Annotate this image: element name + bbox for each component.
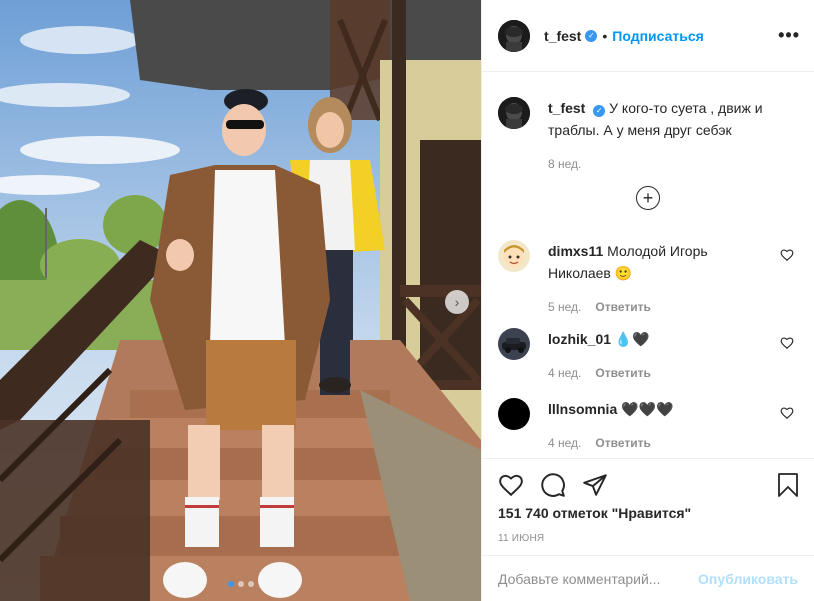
save-bookmark-icon[interactable] <box>776 472 800 498</box>
post-photo[interactable]: › <box>0 0 481 601</box>
comment-meta: 5 нед. Ответить <box>548 296 768 318</box>
follow-button[interactable]: Подписаться <box>612 28 704 44</box>
comment-time[interactable]: 4 нед. <box>548 432 581 454</box>
like-comment-heart-icon[interactable] <box>780 406 794 420</box>
post-header: t_fest ✓ • Подписаться ••• <box>482 0 814 72</box>
carousel-next-button[interactable]: › <box>445 290 469 314</box>
comment-time[interactable]: 4 нед. <box>548 362 581 384</box>
caption-body: t_fest ✓ У кого-то суета , движ и траблы… <box>548 97 798 175</box>
chevron-right-icon: › <box>454 294 460 310</box>
carousel-dot-3 <box>248 581 254 587</box>
comment-username[interactable]: dimxs11 <box>548 243 603 259</box>
reply-button[interactable]: Ответить <box>595 432 650 454</box>
like-heart-icon[interactable] <box>498 472 524 498</box>
comment-meta: 4 нед. Ответить <box>548 362 768 384</box>
comment-item: lllnsomnia 🖤🖤🖤 4 нед. Ответить <box>498 398 798 454</box>
avatar-image <box>498 97 530 129</box>
post-details-panel: t_fest ✓ • Подписаться ••• t_fest ✓ У ко… <box>481 0 814 601</box>
carousel-dot-2 <box>238 581 244 587</box>
author-username[interactable]: t_fest <box>544 28 581 44</box>
plus-icon: + <box>642 188 654 208</box>
comment-item: dimxs11 Молодой Игорь Николаев 🙂 5 нед. … <box>498 240 798 318</box>
comment-avatar[interactable] <box>498 328 530 360</box>
carousel-indicator <box>228 581 254 587</box>
comment-username[interactable]: lozhik_01 <box>548 331 611 347</box>
caption-username[interactable]: t_fest <box>548 100 585 116</box>
comment-bubble-icon[interactable] <box>540 472 566 498</box>
comment-text: 🖤🖤🖤 <box>621 401 674 417</box>
like-comment-heart-icon[interactable] <box>780 336 794 350</box>
comment-body: dimxs11 Молодой Игорь Николаев 🙂 5 нед. … <box>548 240 798 318</box>
comment-text: 💧🖤 <box>614 331 650 347</box>
comment-avatar[interactable] <box>498 240 530 272</box>
comment-body: lllnsomnia 🖤🖤🖤 4 нед. Ответить <box>548 398 798 454</box>
comment-username[interactable]: lllnsomnia <box>548 401 617 417</box>
publish-button[interactable]: Опубликовать <box>698 571 798 587</box>
share-paper-plane-icon[interactable] <box>582 472 608 498</box>
post-date[interactable]: 11 июня <box>482 533 814 544</box>
avatar-image <box>498 328 530 360</box>
photo-illustration <box>0 0 481 601</box>
author-avatar[interactable] <box>498 19 530 52</box>
comment-meta: 4 нед. Ответить <box>548 432 768 454</box>
caption-avatar[interactable] <box>498 97 530 129</box>
likes-count[interactable]: 151 740 отметок "Нравится" <box>482 505 814 521</box>
comment-body: lozhik_01 💧🖤 4 нед. Ответить <box>548 328 798 384</box>
verified-badge-icon: ✓ <box>593 105 606 117</box>
reply-button[interactable]: Ответить <box>595 296 650 318</box>
avatar-image <box>498 240 530 272</box>
post-caption: t_fest ✓ У кого-то суета , движ и траблы… <box>498 73 798 175</box>
caption-meta: 8 нед. <box>548 153 798 175</box>
instagram-post-modal: › t_fest ✓ • Подписаться ••• t_fest ✓ У … <box>0 0 814 601</box>
comment-item: lozhik_01 💧🖤 4 нед. Ответить <box>498 328 798 384</box>
reply-button[interactable]: Ответить <box>595 362 650 384</box>
load-more-comments-button[interactable]: + <box>636 186 660 210</box>
comments-list[interactable]: t_fest ✓ У кого-то суета , движ и траблы… <box>482 73 814 458</box>
separator-dot: • <box>602 27 608 44</box>
add-comment-form: Опубликовать <box>482 555 814 601</box>
comment-time[interactable]: 5 нед. <box>548 296 581 318</box>
action-bar <box>482 465 814 505</box>
comment-avatar[interactable] <box>498 398 530 430</box>
more-options-icon[interactable]: ••• <box>778 26 800 44</box>
comment-input[interactable] <box>498 570 699 587</box>
verified-badge-icon: ✓ <box>585 29 598 42</box>
like-comment-heart-icon[interactable] <box>780 248 794 262</box>
carousel-dot-1 <box>228 581 234 587</box>
avatar-image <box>498 19 530 52</box>
caption-time[interactable]: 8 нед. <box>548 153 581 175</box>
post-actions-section: 151 740 отметок "Нравится" 11 июня <box>482 458 814 544</box>
